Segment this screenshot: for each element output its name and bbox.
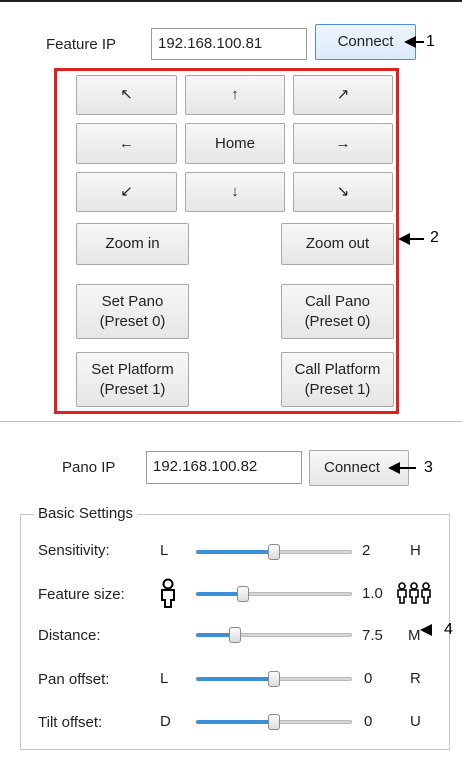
annotation-label-4: 4 (444, 621, 453, 638)
pan-right-button[interactable]: → (293, 123, 393, 164)
annotation-arrow-2-shaft (408, 238, 424, 240)
slider-fill (196, 550, 274, 554)
tilt-offset-max-label: U (410, 713, 421, 730)
pan-down-button[interactable]: ↓ (185, 172, 285, 212)
top-border-line (0, 0, 462, 2)
call-pano-button[interactable]: Call Pano (Preset 0) (281, 284, 394, 339)
pan-offset-min-label: L (160, 670, 169, 687)
sensitivity-value: 2 (362, 542, 371, 559)
slider-thumb[interactable] (268, 671, 280, 687)
pan-up-left-button[interactable]: ↖ (76, 75, 177, 115)
call-platform-label: Call Platform (294, 360, 381, 378)
feature-size-value: 1.0 (362, 585, 383, 602)
slider-fill (196, 592, 243, 596)
set-pano-button[interactable]: Set Pano (Preset 0) (76, 284, 189, 339)
set-pano-preset: (Preset 0) (99, 312, 166, 330)
feature-ip-input[interactable]: 192.168.100.81 (151, 28, 307, 60)
slider-fill (196, 720, 274, 724)
call-platform-button[interactable]: Call Platform (Preset 1) (281, 352, 394, 407)
call-platform-preset: (Preset 1) (304, 380, 371, 398)
pan-up-button[interactable]: ↑ (185, 75, 285, 115)
tilt-offset-slider[interactable] (196, 713, 352, 731)
feature-ip-label: Feature IP (46, 36, 117, 53)
feature-size-label: Feature size: (38, 586, 125, 603)
section-divider (0, 421, 462, 422)
pan-offset-max-label: R (410, 670, 421, 687)
set-pano-label: Set Pano (101, 292, 164, 310)
tilt-offset-min-label: D (160, 713, 171, 730)
slider-thumb[interactable] (268, 714, 280, 730)
pan-up-right-button[interactable]: ↗ (293, 75, 393, 115)
annotation-arrow-4 (420, 624, 432, 636)
zoom-out-button[interactable]: Zoom out (281, 223, 394, 265)
slider-thumb[interactable] (268, 544, 280, 560)
pano-ip-input[interactable]: 192.168.100.82 (146, 451, 302, 484)
annotation-arrow-1-shaft (414, 41, 424, 43)
sensitivity-label: Sensitivity: (38, 542, 110, 559)
annotation-arrow-3-shaft (398, 467, 416, 469)
pan-down-left-button[interactable]: ↙ (76, 172, 177, 212)
home-button[interactable]: Home (185, 123, 285, 164)
sensitivity-slider[interactable] (196, 543, 352, 561)
pan-down-right-button[interactable]: ↘ (293, 172, 393, 212)
feature-size-slider[interactable] (196, 585, 352, 603)
distance-slider[interactable] (196, 626, 352, 644)
call-pano-label: Call Pano (304, 292, 371, 310)
pano-ip-label: Pano IP (62, 459, 116, 476)
annotation-label-1: 1 (426, 33, 435, 50)
tilt-offset-label: Tilt offset: (38, 714, 103, 731)
distance-label: Distance: (38, 627, 101, 644)
sensitivity-min-label: L (160, 542, 169, 559)
pan-offset-label: Pan offset: (38, 671, 110, 688)
group-people-icon (397, 582, 431, 604)
distance-unit: M (408, 627, 421, 644)
basic-settings-title: Basic Settings (34, 505, 138, 522)
call-pano-preset: (Preset 0) (304, 312, 371, 330)
single-person-icon (161, 578, 175, 608)
annotation-label-2: 2 (430, 229, 439, 246)
slider-thumb[interactable] (229, 627, 241, 643)
annotation-label-3: 3 (424, 459, 433, 476)
set-platform-preset: (Preset 1) (99, 380, 166, 398)
set-platform-button[interactable]: Set Platform (Preset 1) (76, 352, 189, 407)
tilt-offset-value: 0 (364, 713, 373, 730)
slider-thumb[interactable] (237, 586, 249, 602)
zoom-in-button[interactable]: Zoom in (76, 223, 189, 265)
slider-fill (196, 677, 274, 681)
pan-left-button[interactable]: ← (76, 123, 177, 164)
set-platform-label: Set Platform (91, 360, 174, 378)
pan-offset-value: 0 (364, 670, 373, 687)
distance-value: 7.5 (362, 627, 383, 644)
feature-connect-button[interactable]: Connect (315, 24, 416, 60)
sensitivity-max-label: H (410, 542, 421, 559)
pan-offset-slider[interactable] (196, 670, 352, 688)
